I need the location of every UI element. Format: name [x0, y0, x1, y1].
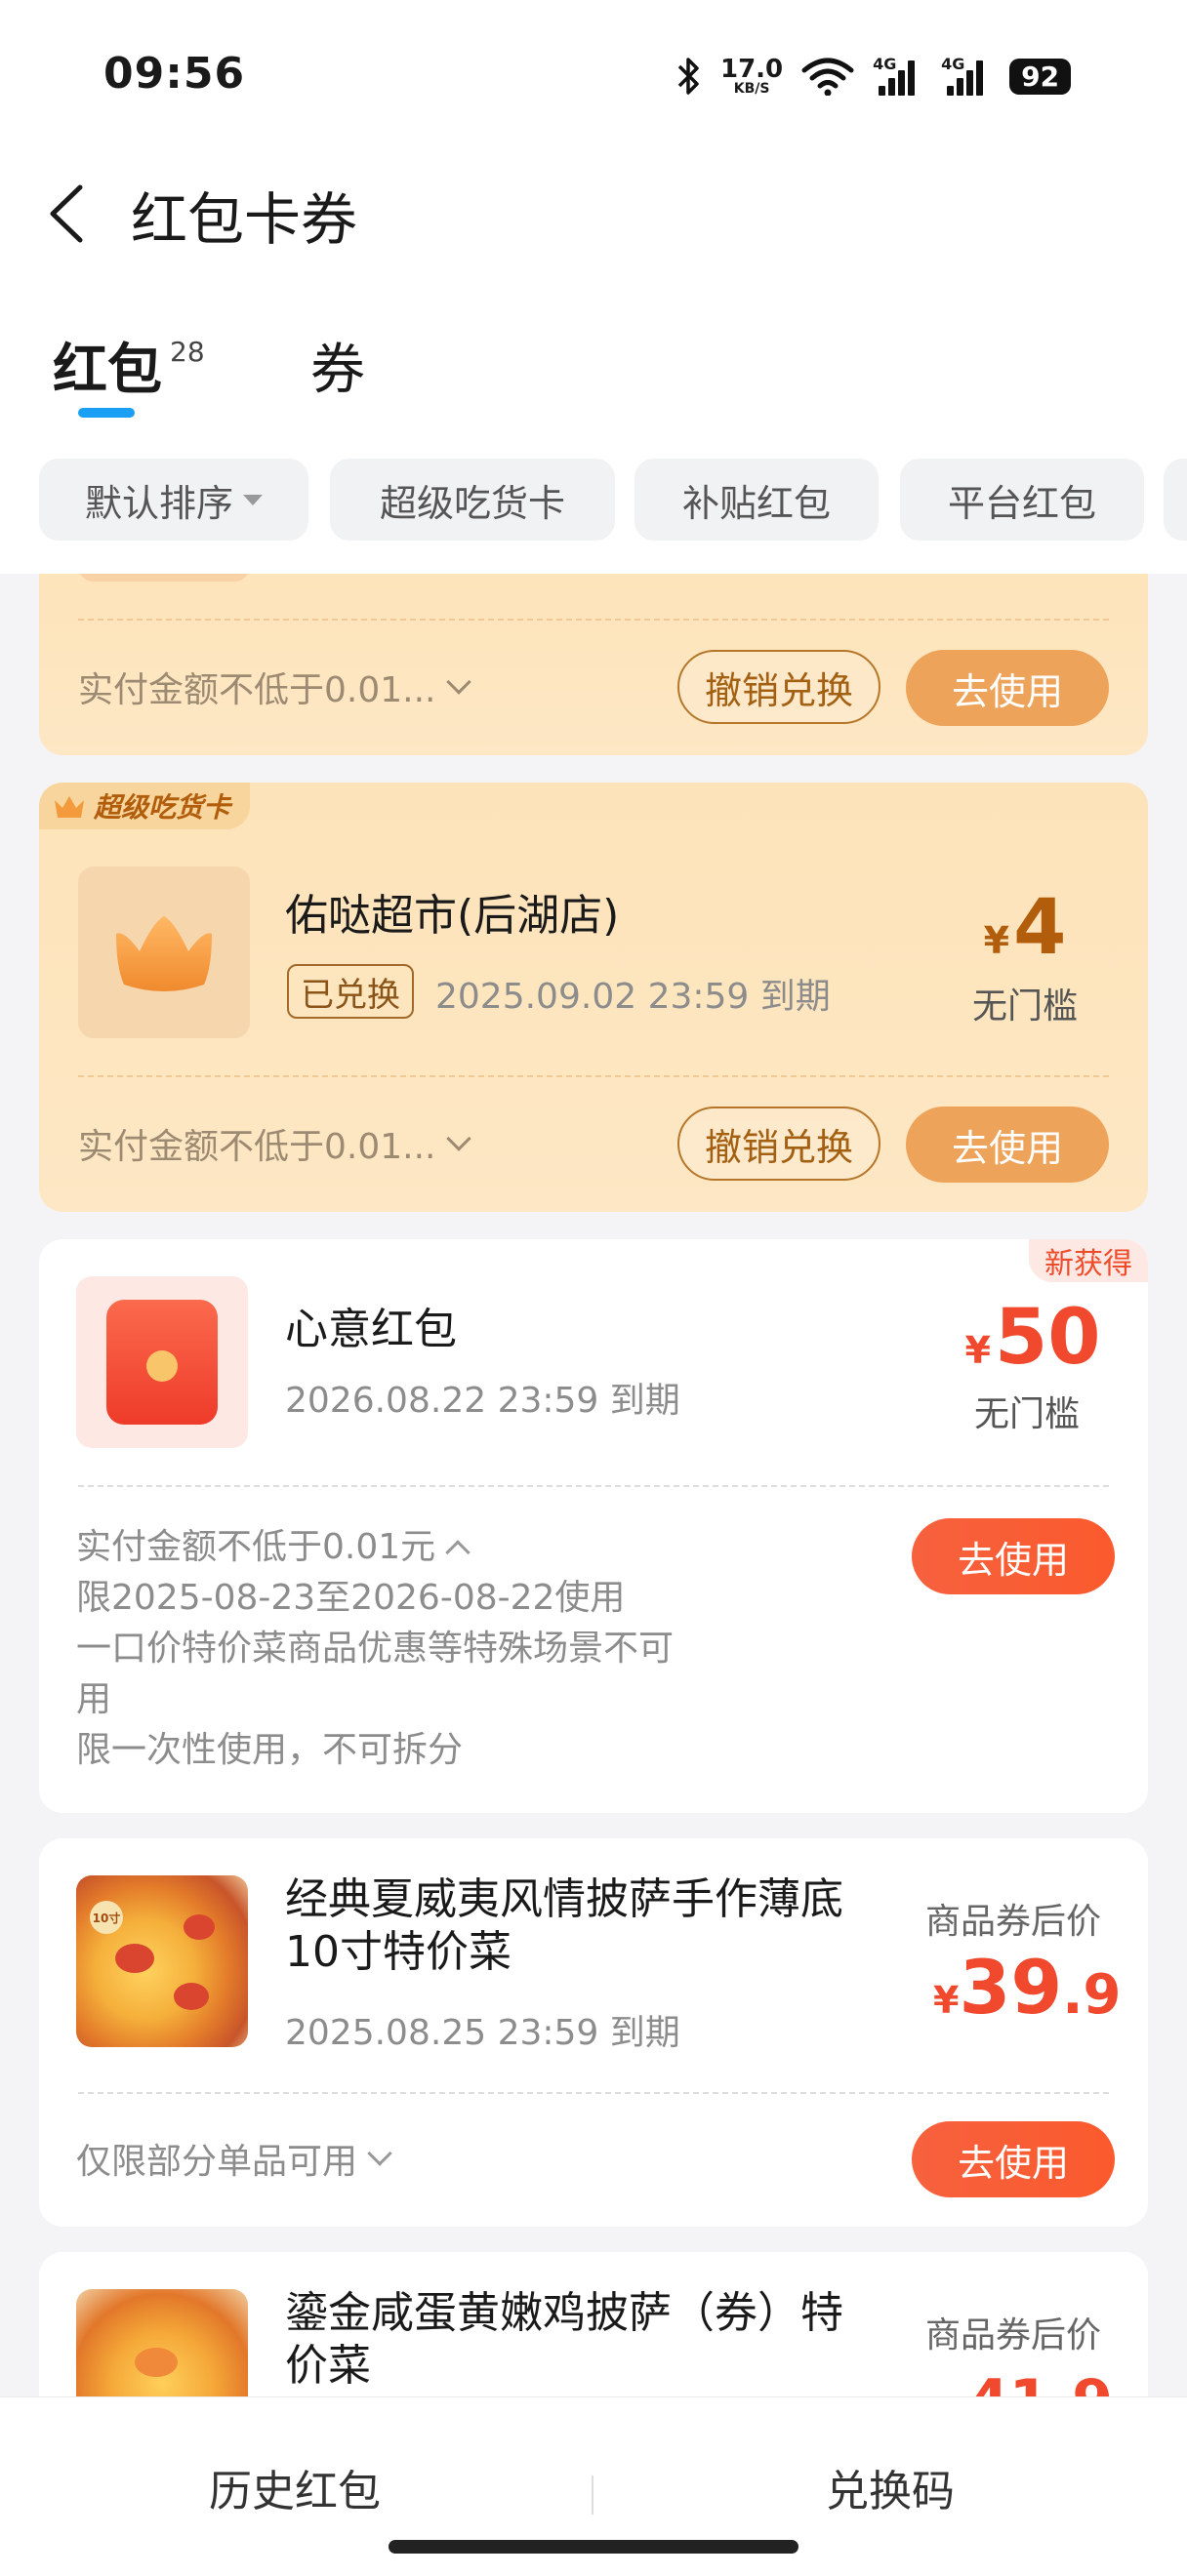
divider: [78, 2092, 1109, 2094]
filter-default-sort[interactable]: 默认排序: [39, 459, 308, 541]
after-coupon-price: ¥39.9: [933, 1944, 1122, 2031]
top-header: 09:56 17.0 KB/S 4G 4G 92 红包卡券 红包 28 券 默认排…: [0, 0, 1187, 574]
rule-line: 限一次性使用，不可拆分: [76, 1730, 464, 1770]
applicable-items-toggle[interactable]: 仅限部分单品可用: [76, 2133, 392, 2184]
shop-name: 佑哒超市(后湖店): [285, 891, 620, 941]
rule-line[interactable]: 实付金额不低于0.01元: [76, 1522, 674, 1573]
threshold-label: 无门槛: [973, 1394, 1080, 1434]
cancel-redeem-button[interactable]: 撤销兑换: [677, 650, 880, 724]
page-title: 红包卡券: [131, 186, 358, 253]
chevron-down-icon: [367, 2141, 392, 2166]
rules-list: 实付金额不低于0.01元 限2025-08-23至2026-08-22使用 一口…: [76, 1522, 674, 1776]
super-foodie-badge: 超级吃货卡: [39, 783, 251, 829]
active-tab-indicator: [78, 408, 135, 418]
use-button[interactable]: 去使用: [906, 1107, 1109, 1183]
rule-summary[interactable]: 实付金额不低于0.01...: [78, 662, 471, 712]
cancel-redeem-button[interactable]: 撤销兑换: [677, 1107, 880, 1181]
divider: [78, 1485, 1109, 1487]
use-button[interactable]: 去使用: [912, 1518, 1115, 1594]
bottom-bar: 历史红包 兑换码: [0, 2396, 1187, 2576]
chevron-down-icon: [445, 669, 471, 695]
back-arrow-icon[interactable]: [43, 181, 92, 246]
coupon-card-xinyi: 新获得 心意红包 2026.08.22 23:59 到期 ¥50 无门槛 实付金…: [39, 1239, 1148, 1813]
shop-thumbnail: [78, 866, 250, 1038]
divider: [78, 619, 1109, 621]
product-title: 经典夏威夷风情披萨手作薄底 10寸特价菜: [285, 1874, 843, 1977]
tab-red-packets[interactable]: 红包: [53, 326, 162, 405]
filter-super-foodie-card[interactable]: 超级吃货卡: [330, 459, 615, 541]
pizza-topping: [135, 2348, 178, 2377]
use-button[interactable]: 去使用: [912, 2121, 1115, 2197]
filter-chips: 默认排序 超级吃货卡 补贴红包 平台红包: [0, 459, 1187, 546]
pizza-topping: [174, 1983, 209, 2010]
redeemed-tag: 已兑换: [287, 964, 414, 1019]
use-button[interactable]: 去使用: [906, 650, 1109, 726]
pizza-thumbnail: 10寸: [76, 1875, 248, 2047]
rule-summary[interactable]: 实付金额不低于0.01...: [78, 1118, 471, 1169]
wifi-icon: [801, 58, 854, 96]
redeem-code-link[interactable]: 兑换码: [826, 2456, 955, 2518]
chevron-down-icon: [445, 1126, 471, 1151]
signal-icon: 4G: [941, 55, 992, 96]
new-badge: 新获得: [1029, 1239, 1148, 1282]
expire-date: 2025.08.25 23:59 到期: [285, 2013, 680, 2053]
caret-down-icon: [243, 494, 263, 505]
divider: [78, 1075, 1109, 1077]
coupon-card-partial: 实付金额不低于0.01... 撤销兑换 去使用: [39, 546, 1148, 755]
crown-icon: [55, 796, 84, 818]
coupon-title: 心意红包: [285, 1305, 457, 1354]
product-title: 鎏金咸蛋黄嫩鸡披萨（券）特 价菜: [285, 2288, 843, 2391]
filter-more[interactable]: [1164, 459, 1187, 541]
pizza-topping: [115, 1944, 154, 1973]
network-speed: 17.0 KB/S: [720, 55, 784, 97]
history-red-packets-link[interactable]: 历史红包: [209, 2456, 381, 2518]
red-packet-thumbnail: [76, 1276, 248, 1448]
battery-indicator: 92: [1009, 58, 1072, 95]
size-badge: 10寸: [90, 1901, 123, 1934]
coupon-card-super-foodie: 超级吃货卡 佑哒超市(后湖店) 已兑换 2025.09.02 23:59 到期 …: [39, 783, 1148, 1212]
rule-line: 限2025-08-23至2026-08-22使用: [76, 1578, 626, 1618]
rule-line: 用: [76, 1679, 112, 1719]
tab-count: 28: [170, 336, 205, 368]
divider: [592, 2475, 594, 2515]
filter-subsidy-packet[interactable]: 补贴红包: [634, 459, 879, 541]
status-time: 09:56: [103, 49, 246, 99]
after-coupon-price-label: 商品券后价: [925, 2315, 1102, 2355]
chevron-up-icon: [445, 1540, 471, 1565]
home-indicator: [389, 2540, 798, 2554]
coupon-amount: ¥50: [964, 1294, 1101, 1382]
status-icons: 17.0 KB/S 4G 4G 92: [674, 53, 1072, 100]
rule-line: 一口价特价菜商品优惠等特殊场景不可: [76, 1629, 675, 1669]
expire-date: 2025.09.02 23:59 到期: [435, 977, 831, 1017]
pizza-topping: [184, 1914, 215, 1940]
filter-platform-packet[interactable]: 平台红包: [900, 459, 1144, 541]
red-packet-icon: [106, 1300, 218, 1425]
after-coupon-price-label: 商品券后价: [925, 1902, 1102, 1942]
expire-date: 2026.08.22 23:59 到期: [285, 1381, 680, 1421]
tab-coupons[interactable]: 券: [310, 326, 365, 405]
product-coupon-card: 10寸 经典夏威夷风情披萨手作薄底 10寸特价菜 2025.08.25 23:5…: [39, 1838, 1148, 2227]
crown-icon: [116, 916, 212, 991]
coupon-amount: ¥4: [983, 884, 1067, 972]
signal-icon: 4G: [873, 55, 923, 96]
threshold-label: 无门槛: [971, 986, 1078, 1026]
bluetooth-icon: [677, 58, 699, 95]
